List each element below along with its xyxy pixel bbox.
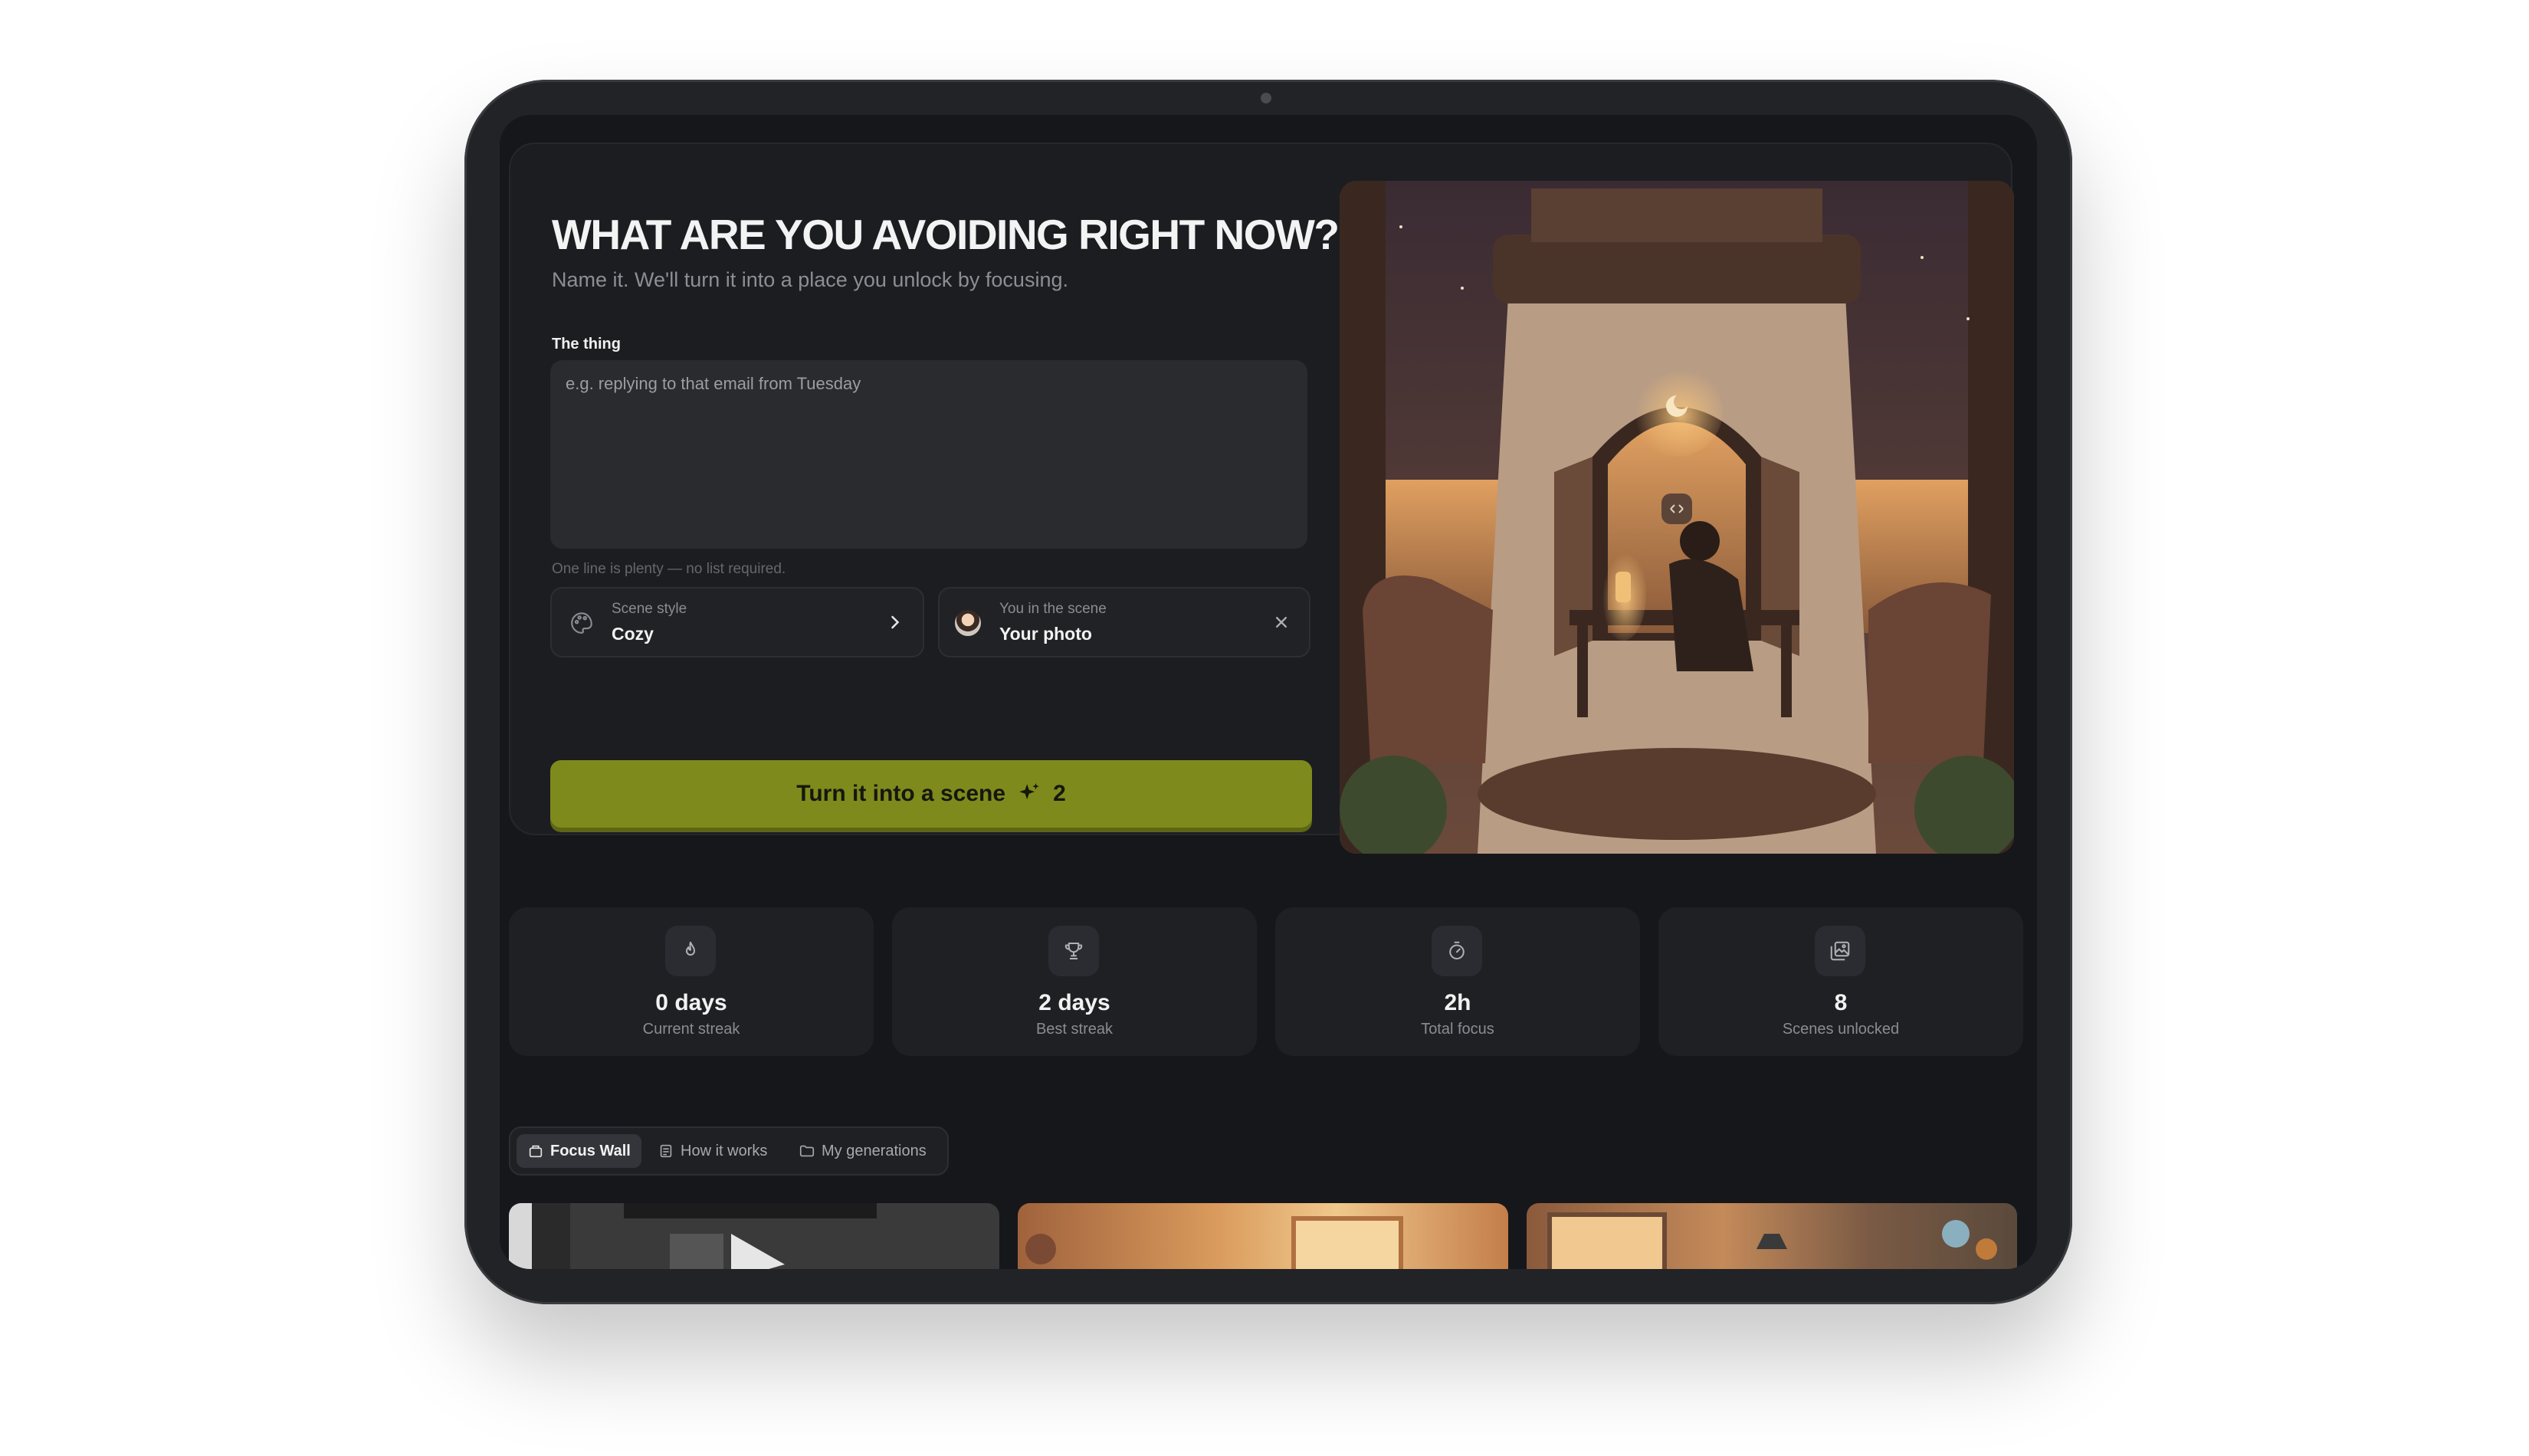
- tab-label: My generations: [822, 1142, 927, 1159]
- frame-icon: [529, 1145, 543, 1158]
- app-screen: WHAT ARE YOU AVOIDING RIGHT NOW? Name it…: [500, 115, 2037, 1269]
- stat-card-current-streak: 0 days Current streak: [509, 907, 874, 1056]
- thing-input[interactable]: [550, 360, 1307, 549]
- chevron-right-icon[interactable]: [884, 612, 906, 633]
- stat-label: Scenes unlocked: [1782, 1021, 1900, 1038]
- focus-wall-thumbnail[interactable]: [1018, 1203, 1508, 1269]
- camera-dot: [1261, 93, 1271, 103]
- scene-style-label: Scene style: [612, 601, 687, 617]
- palette-icon: [571, 612, 592, 634]
- trophy-icon: [1048, 926, 1099, 976]
- focus-wall-thumbnail[interactable]: [1527, 1203, 2017, 1269]
- credit-count: 2: [1053, 781, 1066, 806]
- stat-card-best-streak: 2 days Best streak: [892, 907, 1257, 1056]
- tab-focus-wall[interactable]: Focus Wall: [517, 1134, 641, 1168]
- stat-value: 2 days: [1038, 990, 1110, 1015]
- thing-hint: One line is plenty — no list required.: [552, 561, 786, 577]
- stat-label: Best streak: [1035, 1021, 1114, 1038]
- hero-panel: WHAT ARE YOU AVOIDING RIGHT NOW? Name it…: [509, 143, 2014, 854]
- gallery-icon: [1815, 926, 1865, 976]
- page-title: WHAT ARE YOU AVOIDING RIGHT NOW?: [552, 211, 1340, 258]
- you-in-scene-value: Your photo: [999, 624, 1092, 644]
- thing-field-label: The thing: [552, 336, 621, 353]
- stat-value: 8: [1834, 990, 1848, 1015]
- stopwatch-icon: [1432, 926, 1482, 976]
- stat-value: 2h: [1444, 990, 1471, 1015]
- scene-style-value: Cozy: [612, 624, 654, 644]
- stat-label: Total focus: [1421, 1021, 1494, 1038]
- tab-my-generations[interactable]: My generations: [788, 1134, 937, 1168]
- close-icon[interactable]: [1271, 612, 1292, 633]
- tab-label: Focus Wall: [550, 1142, 631, 1159]
- turn-into-scene-button[interactable]: Turn it into a scene 2: [550, 760, 1312, 828]
- document-icon: [660, 1144, 672, 1158]
- sparkle-icon: [1019, 782, 1039, 800]
- stat-label: Current streak: [642, 1021, 740, 1038]
- you-in-scene-selector[interactable]: You in the scene Your photo: [938, 587, 1310, 657]
- stat-value: 0 days: [655, 990, 727, 1015]
- focus-wall-thumbnail[interactable]: [509, 1203, 999, 1269]
- flame-icon: [665, 926, 716, 976]
- folder-icon: [799, 1145, 815, 1157]
- scene-preview-image: [1340, 181, 2014, 854]
- stat-card-scenes-unlocked: 8 Scenes unlocked: [1658, 907, 2023, 1056]
- tab-label: How it works: [681, 1142, 768, 1159]
- cta-label: Turn it into a scene: [796, 781, 1006, 806]
- view-tabs: Focus Wall How it works My generations: [509, 1126, 949, 1176]
- tab-how-it-works[interactable]: How it works: [647, 1134, 778, 1168]
- stat-card-total-focus: 2h Total focus: [1275, 907, 1640, 1056]
- page-subtitle: Name it. We'll turn it into a place you …: [552, 268, 1068, 291]
- avatar: [955, 610, 981, 636]
- you-in-scene-label: You in the scene: [999, 601, 1107, 617]
- scene-style-selector[interactable]: Scene style Cozy: [550, 587, 924, 657]
